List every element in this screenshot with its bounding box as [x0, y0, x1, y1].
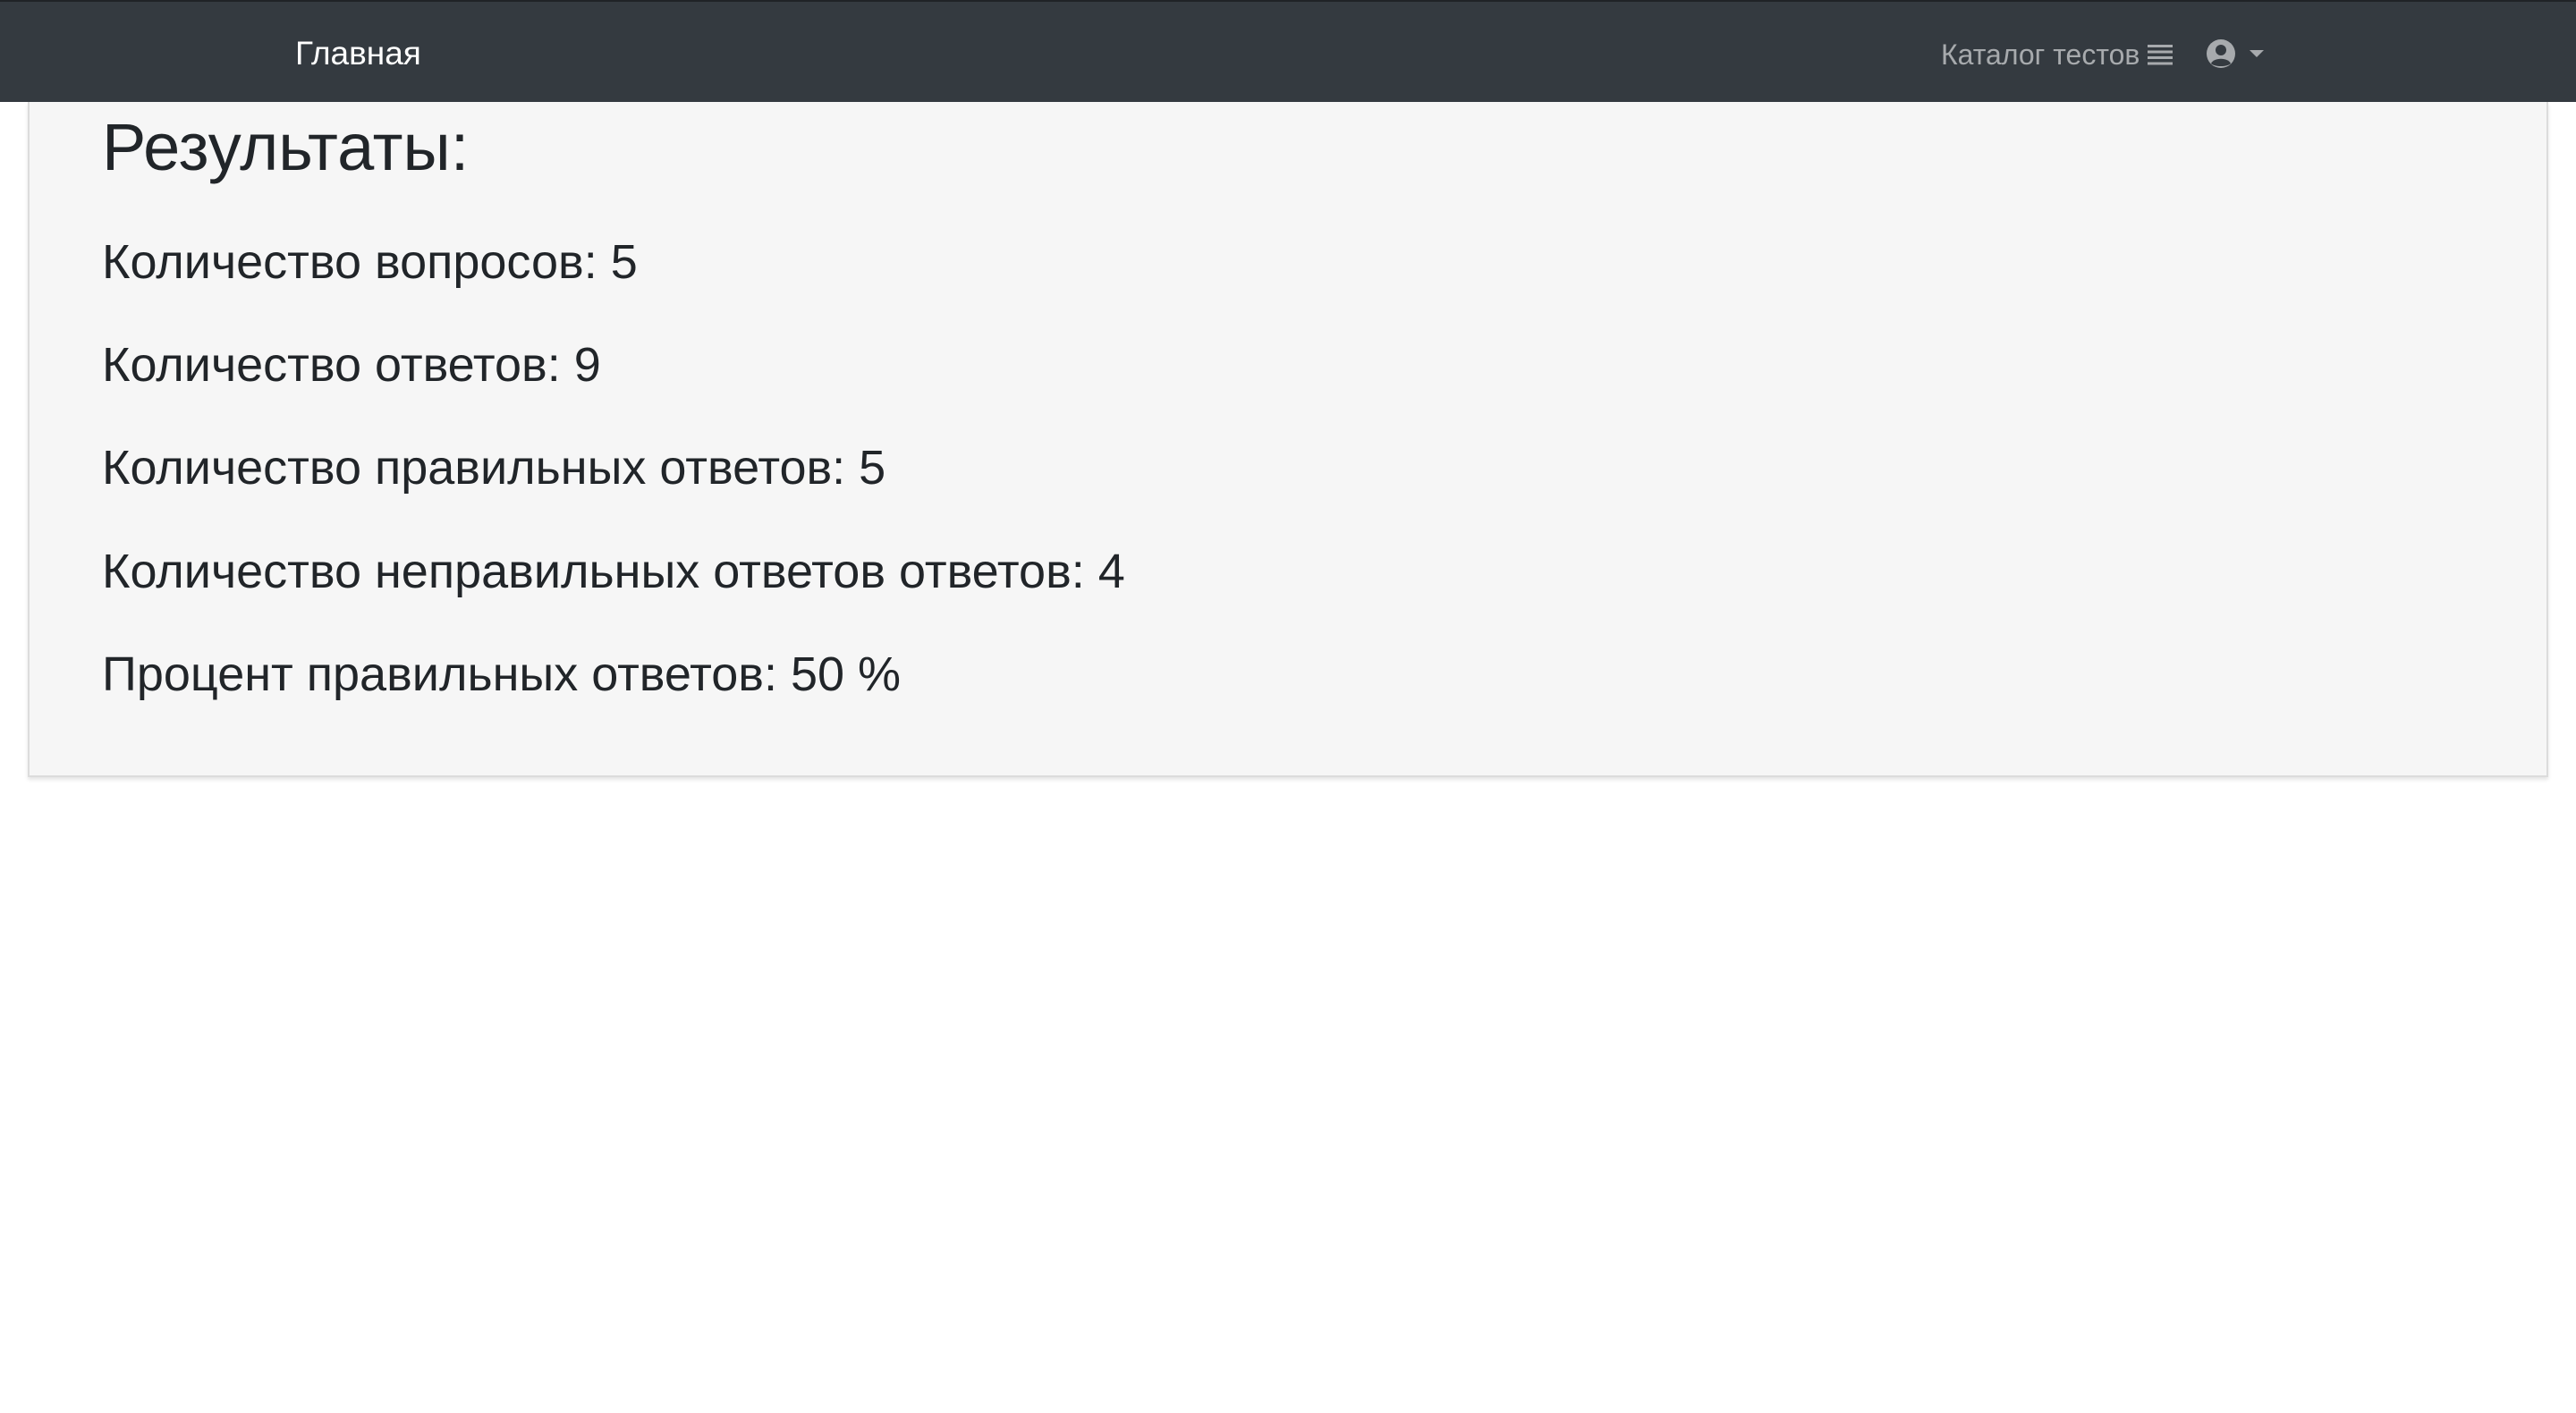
user-circle-icon: [2207, 39, 2235, 68]
list-icon: [2148, 45, 2174, 65]
incorrect-answers-count: Количество неправильных ответов ответов:…: [102, 545, 1125, 598]
caret-down-icon: [2250, 50, 2264, 57]
correct-answers-count: Количество правильных ответов: 5: [102, 441, 886, 495]
results-card: Результаты: Количество вопросов: 5 Колич…: [28, 102, 2548, 777]
nav-catalog-label: Каталог тестов: [1941, 38, 2140, 71]
nav-catalog-link[interactable]: Каталог тестов: [1941, 37, 2174, 72]
questions-count: Количество вопросов: 5: [102, 235, 638, 289]
correct-answers-percent: Процент правильных ответов: 50 %: [102, 647, 902, 701]
top-navbar: Главная Каталог тестов: [0, 0, 2576, 102]
nav-home-link[interactable]: Главная: [295, 34, 421, 73]
answers-count: Количество ответов: 9: [102, 338, 601, 392]
user-menu-dropdown[interactable]: [2206, 36, 2265, 72]
results-title: Результаты:: [102, 110, 470, 184]
